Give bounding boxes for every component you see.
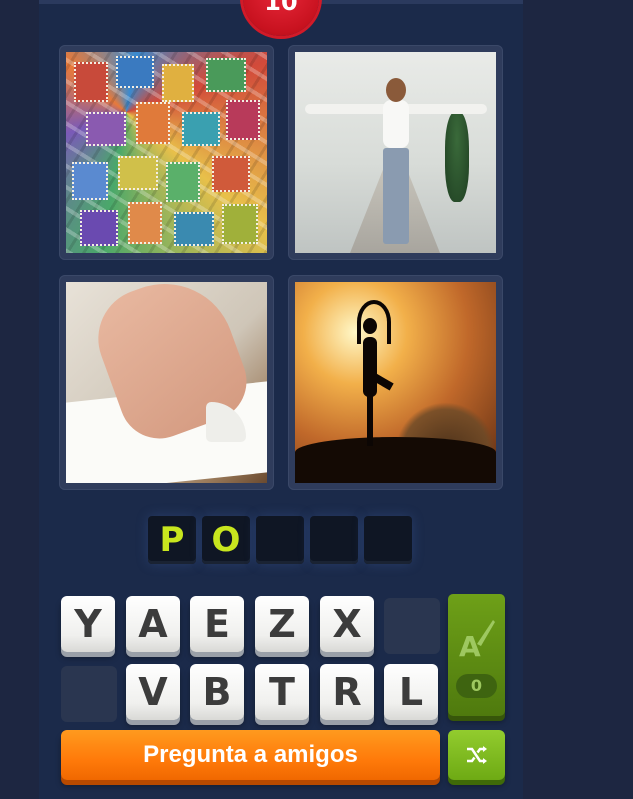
shuffle-button[interactable] (448, 730, 505, 780)
photo-tile-2[interactable] (288, 45, 503, 260)
svg-text:A: A (459, 630, 481, 660)
letter-key-y[interactable]: Y (61, 596, 115, 652)
magic-wand-letter-icon: A (448, 616, 505, 668)
letter-key-z[interactable]: Z (255, 596, 309, 652)
stamps-photo (66, 52, 267, 253)
answer-slot-2[interactable]: O (202, 516, 250, 564)
hallway-photo (295, 52, 496, 253)
letter-key-b[interactable]: B (190, 664, 244, 720)
game-screen: 10 P O Y A E Z X V B T R L A 0 Pregunta … (0, 0, 633, 799)
background-right (523, 0, 633, 799)
shuffle-icon (465, 742, 489, 767)
answer-slot-3[interactable] (256, 516, 304, 564)
level-number: 10 (264, 0, 298, 16)
letter-key-t[interactable]: T (255, 664, 309, 720)
ask-friends-button[interactable]: Pregunta a amigos (61, 730, 440, 780)
photo-tile-1[interactable] (59, 45, 274, 260)
letter-key-r[interactable]: R (320, 664, 374, 720)
answer-slot-1[interactable]: P (148, 516, 196, 564)
letter-key-v[interactable]: V (126, 664, 180, 720)
yoga-photo (295, 282, 496, 483)
letter-key-e[interactable]: E (190, 596, 244, 652)
empty-key-slot (61, 666, 117, 722)
letter-key-a[interactable]: A (126, 596, 180, 652)
hint-button[interactable]: A 0 (448, 594, 505, 716)
sticker-photo (66, 282, 267, 483)
empty-key-slot (384, 598, 440, 654)
photo-tile-4[interactable] (288, 275, 503, 490)
letter-key-x[interactable]: X (320, 596, 374, 652)
answer-slot-4[interactable] (310, 516, 358, 564)
background-left (0, 0, 39, 799)
photo-tile-3[interactable] (59, 275, 274, 490)
answer-slot-5[interactable] (364, 516, 412, 564)
hint-count: 0 (456, 674, 497, 698)
letter-key-l[interactable]: L (384, 664, 438, 720)
